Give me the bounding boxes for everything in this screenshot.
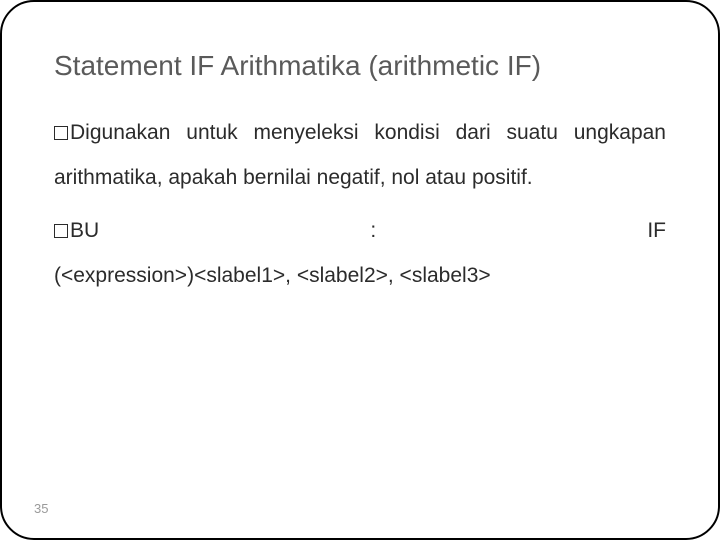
bullet-2-line1: BU : IF	[54, 208, 666, 253]
square-bullet-icon	[54, 126, 68, 140]
slide-body: Digunakan untuk menyeleksi kondisi dari …	[54, 110, 666, 299]
bullet-item-2: BU : IF (<expression>)<slabel1>, <slabel…	[54, 208, 666, 298]
bullet-1-lead: Digunakan	[70, 121, 170, 144]
bullet-2-cont1: (<expression>)<slabel1>, <slabel2>, <sla…	[54, 253, 666, 298]
bullet-1-rest: untuk menyeleksi kondisi dari suatu	[170, 121, 557, 144]
page-number: 35	[34, 501, 48, 516]
square-bullet-icon	[54, 224, 68, 238]
bullet-2-right: IF	[647, 208, 666, 253]
slide-title: Statement IF Arithmatika (arithmetic IF)	[54, 50, 666, 82]
slide-frame: Statement IF Arithmatika (arithmetic IF)…	[0, 0, 720, 540]
bullet-2-left-group: BU	[54, 208, 99, 253]
bullet-item-1: Digunakan untuk menyeleksi kondisi dari …	[54, 110, 666, 200]
bullet-2-mid: :	[370, 208, 376, 253]
bullet-1-cont2: atau positif.	[425, 166, 532, 189]
bullet-2-left: BU	[70, 219, 99, 242]
